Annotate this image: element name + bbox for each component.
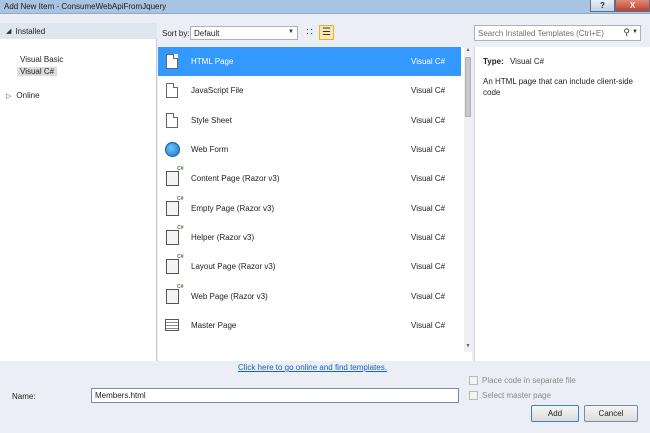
template-row[interactable]: Empty Page (Razor v3) Visual C# (158, 193, 461, 222)
checkbox-box[interactable] (469, 376, 478, 385)
list-view-button[interactable]: ☰ (319, 25, 334, 40)
separate-file-label: Place code in separate file (482, 376, 576, 385)
scroll-down-icon[interactable]: ▼ (464, 343, 472, 352)
grid-view-icon: ∷ (306, 27, 313, 38)
template-language: Visual C# (411, 291, 446, 301)
search-placeholder: Search Installed Templates (Ctrl+E) (478, 28, 604, 38)
template-name: Master Page (191, 320, 237, 330)
template-row[interactable]: Web Form Visual C# (158, 135, 461, 164)
scroll-thumb[interactable] (465, 57, 471, 117)
template-language: Visual C# (411, 86, 446, 96)
title-bar: Add New Item - ConsumeWebApiFromJquery ?… (0, 0, 650, 14)
template-language: Visual C# (411, 320, 446, 330)
template-name: Web Form (191, 145, 229, 155)
name-value: Members.html (95, 391, 146, 400)
html-page-icon (163, 53, 181, 71)
template-language: Visual C# (411, 203, 446, 213)
template-rows: HTML Page Visual C# JavaScript File Visual … (158, 47, 461, 352)
template-row[interactable]: Layout Page (Razor v3) Visual C# (158, 252, 461, 281)
type-value: Visual C# (509, 57, 545, 66)
template-name: Web Page (Razor v3) (191, 291, 268, 301)
template-name: Style Sheet (191, 115, 232, 125)
globe-icon (163, 141, 181, 159)
template-row[interactable]: JavaScript File Visual C# (158, 76, 461, 105)
razor-page-icon (163, 225, 184, 246)
online-templates-link[interactable]: Click here to go online and find templat… (238, 363, 387, 372)
template-row[interactable]: Content Page (Razor v3) Visual C# (158, 164, 461, 193)
template-language: Visual C# (411, 145, 446, 155)
search-icon[interactable]: ⚲ (623, 27, 630, 38)
collapsed-arrow-icon: ▷ (6, 92, 12, 100)
master-page-label: Select master page (482, 391, 551, 400)
tree-node-online[interactable]: ▷ Online (6, 91, 40, 100)
template-name: Content Page (Razor v3) (191, 174, 280, 184)
help-button[interactable]: ? (590, 0, 615, 12)
sort-value: Default (194, 28, 220, 38)
tree-node-online-label: Online (16, 91, 40, 100)
cancel-button[interactable]: Cancel (584, 405, 638, 422)
template-name: HTML Page (191, 57, 234, 67)
name-field[interactable]: Members.html (91, 388, 459, 403)
razor-page-icon (163, 254, 184, 276)
template-description: An HTML page that can include client-sid… (483, 77, 634, 97)
template-language: Visual C# (411, 57, 446, 67)
window-title: Add New Item - ConsumeWebApiFromJquery (4, 2, 167, 11)
checkbox-box[interactable] (469, 391, 478, 400)
separate-file-checkbox[interactable]: Place code in separate file (469, 376, 576, 385)
name-label: Name: (12, 392, 36, 401)
sort-label: Sort by: (162, 29, 190, 38)
master-page-checkbox[interactable]: Select master page (469, 391, 551, 400)
razor-page-icon (163, 284, 184, 305)
template-row[interactable]: Style Sheet Visual C# (158, 106, 461, 135)
template-name: Layout Page (Razor v3) (191, 262, 276, 272)
type-label: Type: (483, 57, 504, 66)
razor-page-icon (163, 196, 184, 217)
scrollbar[interactable]: ▲ ▼ (464, 47, 472, 352)
template-row[interactable]: Helper (Razor v3) Visual C# (158, 223, 461, 252)
tree-node-installed-label: Installed (15, 26, 46, 36)
template-name: Empty Page (Razor v3) (191, 203, 275, 213)
tree-item-visual-basic[interactable]: Visual Basic (20, 55, 63, 64)
template-language: Visual C# (411, 174, 446, 184)
search-options-icon[interactable]: ▼ (632, 29, 638, 35)
tree-node-installed[interactable]: ◢ Installed (0, 23, 157, 39)
template-language: Visual C# (411, 262, 446, 272)
tree-item-visual-csharp[interactable]: Visual C# (17, 67, 58, 76)
add-button[interactable]: Add (531, 405, 579, 422)
template-row[interactable]: Web Page (Razor v3) Visual C# (158, 281, 461, 310)
style-sheet-icon (163, 111, 181, 129)
template-name: JavaScript File (191, 86, 244, 96)
search-input[interactable]: Search Installed Templates (Ctrl+E) ⚲ ▼ (474, 25, 641, 41)
expanded-arrow-icon: ◢ (6, 28, 12, 35)
type-line: Type: Visual C# (483, 57, 642, 66)
sort-dropdown[interactable]: Default ▼ (190, 26, 298, 40)
template-language: Visual C# (411, 232, 446, 242)
javascript-file-icon (163, 82, 181, 100)
grid-view-button[interactable]: ∷ (302, 25, 317, 40)
template-row[interactable]: Master Page Visual C# (158, 311, 461, 340)
razor-page-icon (163, 166, 184, 188)
template-list: HTML Page Visual C# JavaScript File Visual … (158, 47, 472, 361)
list-view-icon: ☰ (322, 27, 331, 38)
scroll-up-icon[interactable]: ▲ (464, 47, 472, 56)
template-name: Helper (Razor v3) (191, 232, 255, 242)
template-language: Visual C# (411, 115, 446, 125)
chevron-down-icon: ▼ (288, 29, 294, 35)
template-tree: ◢ Installed Visual Basic Visual C# ▷ Onl… (0, 23, 157, 361)
close-button[interactable]: X (615, 0, 650, 12)
dialog-body: ◢ Installed Visual Basic Visual C# ▷ Onl… (0, 14, 650, 433)
template-row[interactable]: HTML Page Visual C# (158, 47, 461, 77)
details-pane: Type: Visual C# An HTML page that can in… (474, 47, 650, 361)
master-page-icon (163, 316, 181, 334)
